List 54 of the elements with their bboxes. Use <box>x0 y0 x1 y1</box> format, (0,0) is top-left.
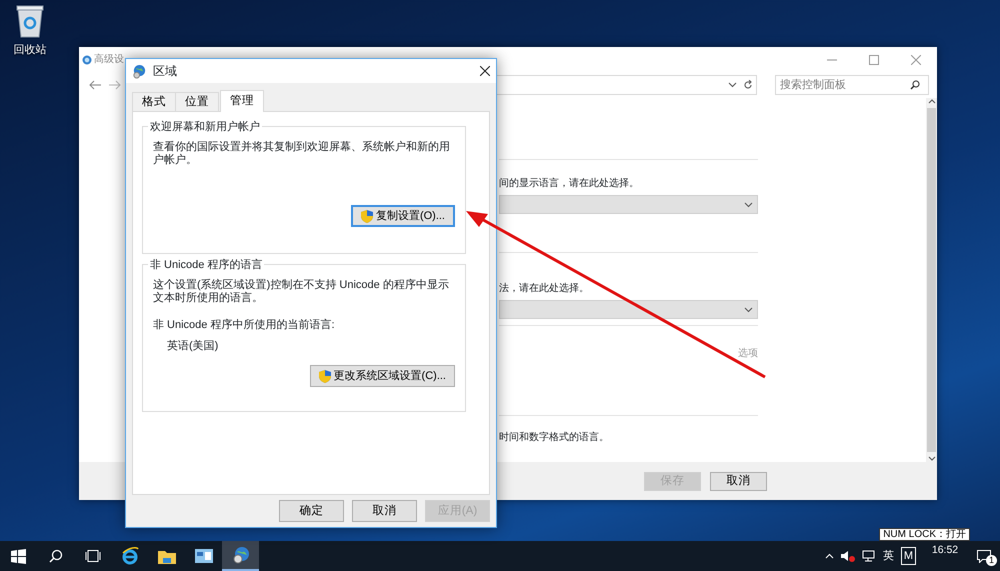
description-text: 查看你的国际设置并将其复制到欢迎屏幕、系统帐户和新的用户帐户。 <box>153 141 451 167</box>
section-text: 法，请在此处选择。 <box>499 282 590 296</box>
ime-mode[interactable]: M <box>900 546 916 566</box>
search-icon[interactable] <box>910 80 920 90</box>
notification-badge: 1 <box>986 555 997 566</box>
browser-icon <box>120 547 138 565</box>
recycle-bin-icon[interactable] <box>15 4 45 38</box>
chevron-down-icon[interactable] <box>728 82 737 88</box>
folder-icon <box>158 548 176 564</box>
message-icon <box>977 550 991 562</box>
dialog-title: 区域 <box>153 63 177 80</box>
chevron-up-icon[interactable] <box>824 553 834 559</box>
dialog-button[interactable]: 确定 <box>279 500 344 522</box>
window-title: 高级设 <box>94 52 124 67</box>
back-arrow-icon[interactable] <box>89 80 101 90</box>
refresh-icon[interactable] <box>743 80 753 90</box>
globe-icon <box>232 546 250 564</box>
tab[interactable]: 位置 <box>175 92 219 111</box>
chevron-down-icon[interactable] <box>744 202 753 208</box>
chevron-down-icon[interactable] <box>744 306 753 312</box>
tab[interactable]: 格式 <box>132 92 176 111</box>
control-panel-icon <box>194 548 212 564</box>
section-text: 间的显示语言，请在此处选择。 <box>499 176 640 191</box>
tab[interactable]: 管理 <box>220 90 264 112</box>
search-field[interactable]: 搜索控制面板 <box>775 75 929 95</box>
tooltip: NUM LOCK：打开 <box>879 528 970 541</box>
clock-time[interactable]: 16:52 <box>923 541 967 559</box>
description-text: 这个设置(系统区域设置)控制在不支持 Unicode 的程序中显示文本时所使用的语言。 <box>153 279 450 305</box>
desktop-icon-label[interactable]: 回收站 <box>14 42 46 58</box>
input-language[interactable]: 英 <box>882 548 894 564</box>
maximize-icon[interactable] <box>869 54 879 64</box>
section-text: 时间和数字格式的语言。 <box>499 430 610 445</box>
volume-muted-icon[interactable] <box>840 550 855 562</box>
notification-button[interactable]: 1 <box>974 546 994 566</box>
field-label: 非 Unicode 程序中所使用的当前语言: <box>153 319 336 332</box>
shield-icon <box>318 370 331 382</box>
start-icon <box>11 548 26 564</box>
dropdown[interactable] <box>499 300 758 319</box>
settings-button[interactable]: 更改系统区域设置(C)... <box>310 365 455 387</box>
search-icon <box>48 549 62 563</box>
globe-icon <box>81 54 93 66</box>
dialog-button[interactable]: 取消 <box>710 472 767 490</box>
field-value: 英语(美国) <box>166 340 220 353</box>
dialog-button[interactable]: 取消 <box>352 500 417 522</box>
scroll-up-icon[interactable] <box>928 98 936 104</box>
globe-icon <box>132 64 147 78</box>
shield-icon <box>360 210 373 222</box>
scroll-down-icon[interactable] <box>928 456 936 462</box>
task-view-icon <box>84 550 100 562</box>
settings-button[interactable]: 复制设置(O)... <box>350 205 455 227</box>
close-icon[interactable] <box>480 66 490 76</box>
network-icon[interactable] <box>862 550 876 562</box>
taskbar-button[interactable] <box>222 541 259 571</box>
scrollbar[interactable] <box>926 98 937 462</box>
